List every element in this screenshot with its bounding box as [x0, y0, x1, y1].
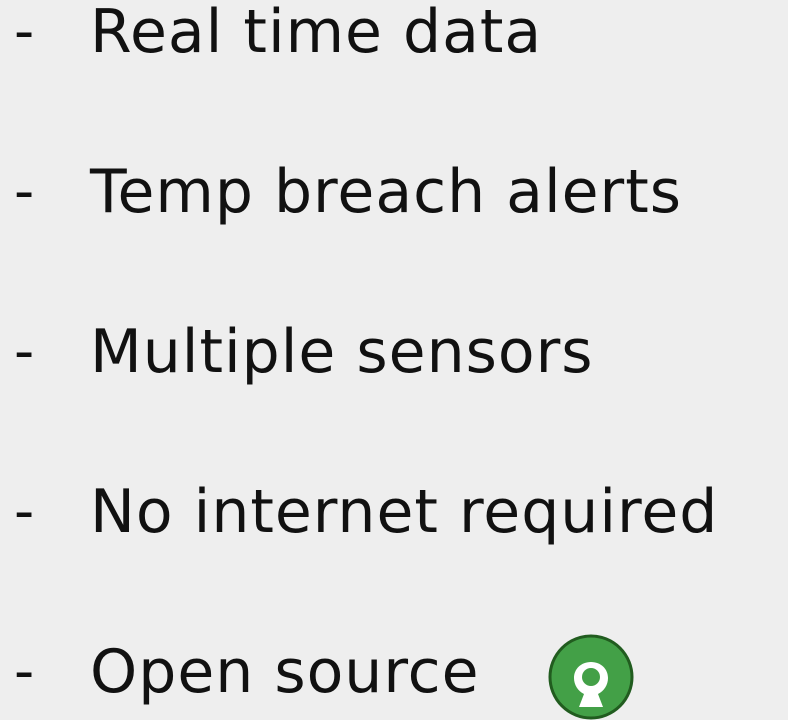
- open-source-icon-inner-ring: [582, 668, 600, 686]
- item-label: Open source: [90, 637, 480, 707]
- item-label: No internet required: [90, 477, 719, 547]
- bullet-dash: -: [14, 639, 35, 704]
- open-source-icon: [548, 634, 634, 720]
- bullet-dash: -: [14, 0, 35, 64]
- item-label: Temp breach alerts: [90, 157, 682, 227]
- bullet-dash: -: [14, 159, 35, 224]
- bullet-dash: -: [14, 479, 35, 544]
- item-label: Multiple sensors: [90, 317, 594, 387]
- item-label: Real time data: [90, 0, 543, 67]
- bullet-dash: -: [14, 319, 35, 384]
